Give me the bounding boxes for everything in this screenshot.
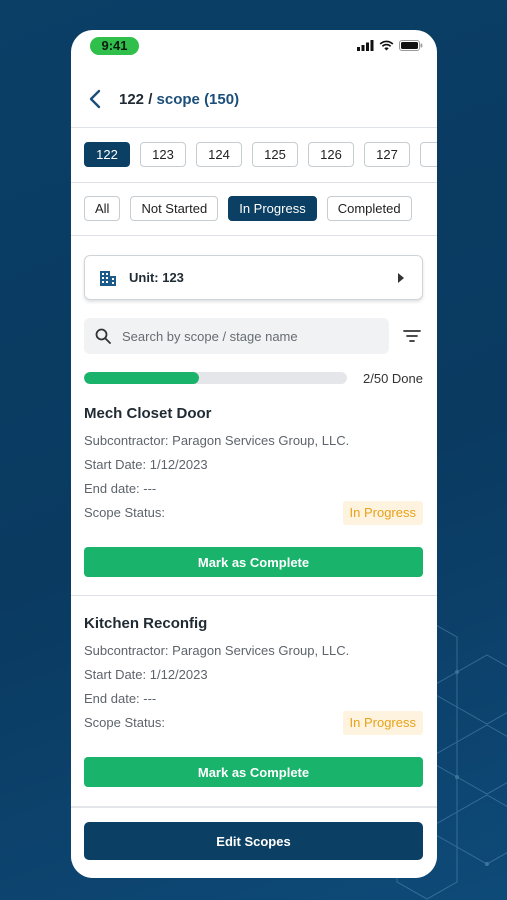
divider xyxy=(71,235,437,236)
footer: Edit Scopes xyxy=(71,808,437,878)
status-badge: In Progress xyxy=(342,711,423,735)
status-filters: All Not Started In Progress Completed xyxy=(84,196,412,221)
scope-status-row: Scope Status: In Progress xyxy=(84,501,423,525)
scope-status-label: Scope Status: xyxy=(84,505,165,520)
progress-row: 2/50 Done xyxy=(84,371,423,387)
divider xyxy=(71,182,437,183)
title-unit: 122 / xyxy=(119,90,153,108)
scope-card: Kitchen Reconfig Subcontractor: Paragon … xyxy=(84,615,423,787)
title-scope-count[interactable]: scope (150) xyxy=(157,91,240,108)
unit-tabs: 122 123 124 125 126 127 1 xyxy=(84,142,437,167)
battery-icon xyxy=(399,40,423,51)
header: 122 / scope (150) xyxy=(71,86,437,112)
search-row xyxy=(84,318,423,354)
page-title: 122 / scope (150) xyxy=(119,91,239,108)
scope-title: Mech Closet Door xyxy=(84,405,212,422)
filter-in-progress[interactable]: In Progress xyxy=(228,196,317,221)
signal-icon xyxy=(357,40,374,51)
mark-complete-button[interactable]: Mark as Complete xyxy=(84,757,423,787)
search-input[interactable] xyxy=(122,326,382,346)
unit-chip-125[interactable]: 125 xyxy=(252,142,298,167)
mark-complete-button[interactable]: Mark as Complete xyxy=(84,547,423,577)
scope-subcontractor: Subcontractor: Paragon Services Group, L… xyxy=(84,433,350,448)
status-bar: 9:41 xyxy=(71,30,437,62)
search-box xyxy=(84,318,389,354)
scope-subcontractor: Subcontractor: Paragon Services Group, L… xyxy=(84,643,350,658)
scope-start-date: Start Date: 1/12/2023 xyxy=(84,457,208,472)
status-icons xyxy=(357,40,423,51)
progress-bar-fill xyxy=(84,372,199,384)
divider xyxy=(71,127,437,128)
unit-chip-partial[interactable]: 1 xyxy=(420,142,437,167)
scope-card: Mech Closet Door Subcontractor: Paragon … xyxy=(84,405,423,577)
filter-not-started[interactable]: Not Started xyxy=(130,196,219,221)
back-chevron-icon[interactable] xyxy=(87,89,103,109)
progress-text: 2/50 Done xyxy=(363,371,423,386)
status-time: 9:41 xyxy=(90,37,139,55)
building-icon xyxy=(100,270,116,286)
unit-chip-123[interactable]: 123 xyxy=(140,142,186,167)
filter-all[interactable]: All xyxy=(84,196,121,221)
filter-completed[interactable]: Completed xyxy=(326,196,412,221)
unit-selector-label: Unit: 123 xyxy=(129,270,184,285)
scope-end-date: End date: --- xyxy=(84,691,157,706)
unit-chip-126[interactable]: 126 xyxy=(308,142,354,167)
status-badge: In Progress xyxy=(342,501,423,525)
filter-icon[interactable] xyxy=(403,328,421,344)
scope-end-date: End date: --- xyxy=(84,481,157,496)
scope-status-row: Scope Status: In Progress xyxy=(84,711,423,735)
scope-title: Kitchen Reconfig xyxy=(84,615,208,632)
wifi-icon xyxy=(379,40,394,51)
scope-start-date: Start Date: 1/12/2023 xyxy=(84,667,208,682)
progress-bar xyxy=(84,372,347,384)
edit-scopes-button[interactable]: Edit Scopes xyxy=(84,822,423,860)
divider xyxy=(71,595,437,596)
phone-frame: 9:41 122 / scope (150) 122 123 124 125 1… xyxy=(71,30,437,878)
search-icon xyxy=(95,328,111,344)
unit-chip-122[interactable]: 122 xyxy=(84,142,130,167)
unit-chip-127[interactable]: 127 xyxy=(364,142,410,167)
scope-status-label: Scope Status: xyxy=(84,715,165,730)
caret-right-icon xyxy=(398,273,404,283)
unit-chip-124[interactable]: 124 xyxy=(196,142,242,167)
unit-selector[interactable]: Unit: 123 xyxy=(84,255,423,300)
